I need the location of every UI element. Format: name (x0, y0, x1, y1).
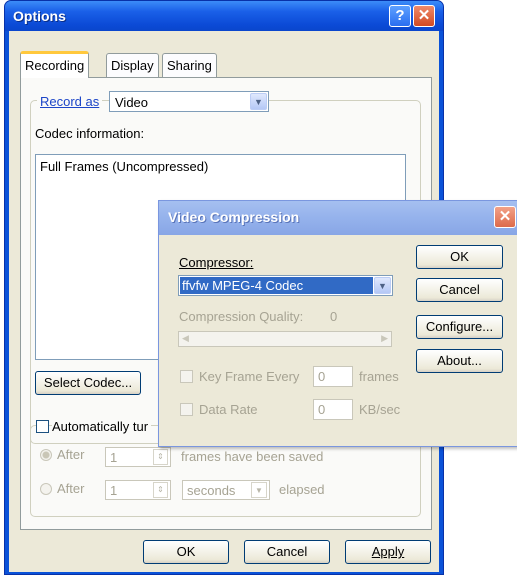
frames-saved-label: frames have been saved (181, 449, 324, 464)
video-compression-title-bar[interactable]: Video Compression (159, 201, 517, 235)
about-button[interactable]: About... (416, 349, 503, 373)
close-icon: ✕ (498, 208, 512, 225)
right-arrow-icon: ▶ (381, 333, 388, 343)
video-compression-title: Video Compression (168, 209, 300, 225)
chevron-down-icon[interactable]: ▼ (250, 93, 267, 110)
key-frame-checkbox[interactable] (180, 370, 193, 383)
chevron-down-icon[interactable]: ▼ (251, 482, 267, 498)
auto-turn-label: Automatically tur (52, 419, 152, 434)
record-as-value: Video (115, 95, 149, 110)
video-compression-dialog: Video Compression ✕ Compressor: ffvfw MP… (158, 200, 517, 447)
after-seconds-input[interactable]: 1 ⇕ (105, 480, 171, 500)
data-rate-unit: KB/sec (359, 402, 401, 417)
record-as-select[interactable]: Video ▼ (109, 91, 269, 112)
cancel-button[interactable]: Cancel (416, 278, 503, 302)
help-icon: ? (395, 7, 405, 24)
after-seconds-radio[interactable] (40, 483, 52, 495)
key-frame-label: Key Frame Every (199, 369, 300, 384)
tab-sharing[interactable]: Sharing (162, 53, 217, 77)
compression-quality-value: 0 (330, 309, 338, 324)
tab-display[interactable]: Display (106, 53, 159, 77)
data-rate-input[interactable]: 0 (313, 399, 353, 420)
codec-information-label: Codec information: (35, 126, 145, 141)
configure-button[interactable]: Configure... (416, 315, 503, 339)
key-frame-unit: frames (359, 369, 399, 384)
time-unit-select[interactable]: seconds ▼ (182, 480, 270, 500)
close-icon: ✕ (417, 7, 431, 24)
compressor-value: ffvfw MPEG-4 Codec (182, 278, 304, 293)
up-down-arrows-icon[interactable]: ⇕ (153, 482, 168, 498)
compressor-label: Compressor: (179, 255, 254, 270)
codec-info-text: Full Frames (Uncompressed) (40, 159, 209, 174)
data-rate-label: Data Rate (199, 402, 258, 417)
ok-button[interactable]: OK (416, 245, 503, 269)
up-down-arrows-icon[interactable]: ⇕ (153, 449, 168, 465)
after-frames-input[interactable]: 1 ⇕ (105, 447, 171, 467)
select-codec-button[interactable]: Select Codec... (35, 371, 141, 395)
after-seconds-label: After (57, 481, 85, 496)
close-button[interactable]: ✕ (494, 206, 516, 228)
options-title-bar[interactable]: Options ? ✕ (5, 1, 443, 31)
record-as-label: Record as (37, 94, 103, 109)
elapsed-label: elapsed (279, 482, 325, 497)
after-frames-label: After (57, 447, 85, 462)
compressor-select[interactable]: ffvfw MPEG-4 Codec ▼ (178, 275, 393, 296)
key-frame-input[interactable]: 0 (313, 366, 353, 387)
chevron-down-icon[interactable]: ▼ (374, 277, 391, 294)
data-rate-checkbox[interactable] (180, 403, 193, 416)
compression-quality-label: Compression Quality: (179, 309, 304, 324)
after-frames-radio[interactable] (40, 449, 52, 461)
quality-trackbar[interactable]: ◀ ▶ (178, 331, 392, 347)
cancel-button[interactable]: Cancel (244, 540, 330, 564)
help-button[interactable]: ? (389, 5, 411, 27)
options-title: Options (13, 8, 66, 24)
left-arrow-icon: ◀ (182, 333, 189, 343)
auto-turn-checkbox[interactable] (36, 420, 49, 433)
close-button[interactable]: ✕ (413, 5, 435, 27)
tab-recording[interactable]: Recording (20, 51, 90, 78)
ok-button[interactable]: OK (143, 540, 229, 564)
apply-button[interactable]: Apply (345, 540, 431, 564)
